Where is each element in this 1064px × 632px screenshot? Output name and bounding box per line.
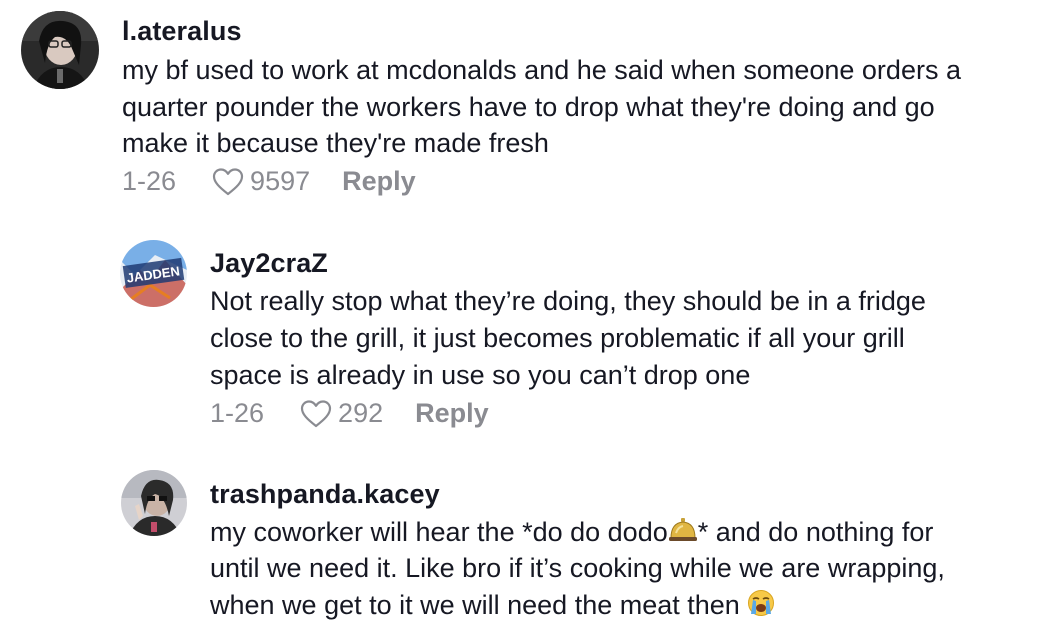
comment-text-line: until we need it. Like bro if it’s cooki… — [210, 553, 945, 583]
comment-text-line: make it because they're made fresh — [122, 128, 549, 158]
bellhop-bell-emoji — [668, 516, 698, 554]
loudly-crying-face-emoji — [747, 589, 775, 627]
heart-outline-icon — [212, 167, 244, 195]
username[interactable]: trashpanda.kacey — [210, 479, 440, 510]
comment-meta: 1-26 292 Reply — [210, 398, 489, 429]
reply-button[interactable]: Reply — [415, 398, 489, 429]
comment-date: 1-26 — [122, 166, 177, 196]
comment-date: 1-26 — [210, 398, 265, 428]
avatar-image: JADDEN — [120, 240, 187, 307]
comment-text-line: when we get to it we will need the meat … — [210, 587, 775, 627]
avatar[interactable] — [21, 11, 99, 89]
avatar-image — [21, 11, 99, 89]
comment-text-line: close to the grill, it just becomes prob… — [210, 323, 905, 353]
comment-text-line: space is already in use so you can’t dro… — [210, 360, 751, 390]
heart-outline-icon — [300, 399, 332, 427]
username[interactable]: l.ateralus — [122, 16, 242, 47]
avatar[interactable]: JADDEN — [120, 240, 187, 307]
comment-text-segment: * and do nothing for — [697, 517, 934, 547]
comment-meta: 1-26 9597 Reply — [122, 166, 416, 197]
comment-text-line: quarter pounder the workers have to drop… — [122, 92, 935, 122]
username[interactable]: Jay2craZ — [210, 248, 328, 279]
comment-text-line: my coworker will hear the *do do dodo * … — [210, 514, 933, 554]
like-count: 292 — [338, 398, 384, 428]
avatar-image — [121, 470, 187, 536]
like-count: 9597 — [250, 166, 311, 196]
like-button[interactable]: 292 — [300, 398, 383, 429]
comment-text-line: Not really stop what they’re doing, they… — [210, 286, 926, 316]
reply-button[interactable]: Reply — [342, 166, 416, 197]
comment-text-segment: when we get to it we will need the meat … — [210, 590, 748, 620]
comment-text-line: my bf used to work at mcdonalds and he s… — [122, 55, 961, 85]
like-button[interactable]: 9597 — [212, 166, 310, 197]
avatar[interactable] — [121, 470, 187, 536]
comment-text-segment: my coworker will hear the *do do dodo — [210, 517, 668, 547]
